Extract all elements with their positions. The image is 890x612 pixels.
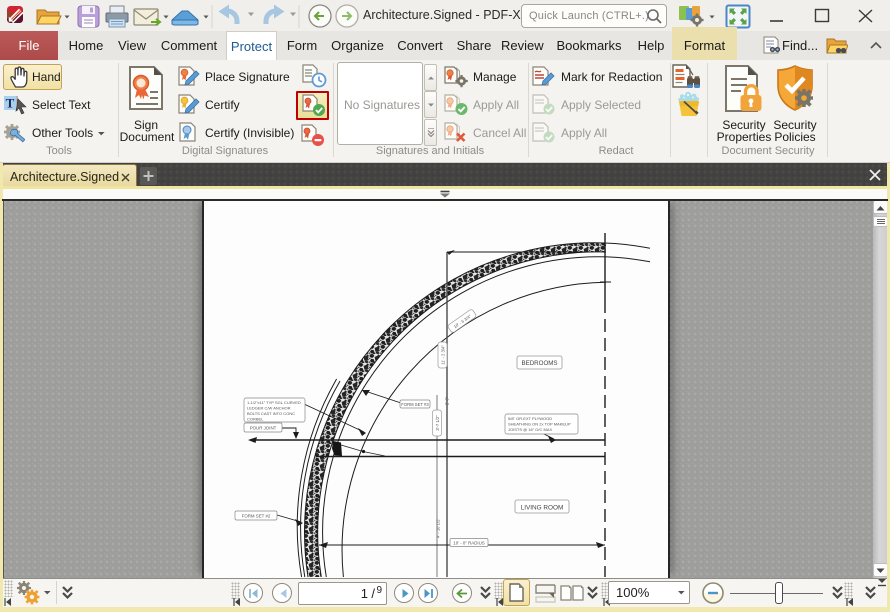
svg-text:SHEATHING ON 2x TOP MAKEUP: SHEATHING ON 2x TOP MAKEUP	[508, 422, 571, 427]
svg-text:LIVING ROOM: LIVING ROOM	[521, 505, 564, 512]
svg-text:T: T	[6, 96, 15, 111]
svg-text:5/8" GR.EXT PLYWOOD: 5/8" GR.EXT PLYWOOD	[508, 416, 552, 421]
svg-text:JOISTS @ 16" O/C MAX: JOISTS @ 16" O/C MAX	[508, 427, 552, 432]
svg-text:10' - 0" RADIUS: 10' - 0" RADIUS	[453, 541, 485, 546]
svg-text:BOLTS CAST INTO CONC: BOLTS CAST INTO CONC	[247, 411, 295, 416]
svg-text:FORM SET #3: FORM SET #3	[401, 402, 429, 407]
svg-text:BEDROOMS: BEDROOMS	[521, 360, 557, 367]
svg-text:LEDGER C/W ANCHOR: LEDGER C/W ANCHOR	[247, 406, 291, 411]
svg-text:FORM SET #2: FORM SET #2	[242, 514, 271, 519]
svg-text:1-1/2"x11" TYP SGL CURVED: 1-1/2"x11" TYP SGL CURVED	[247, 400, 301, 405]
svg-text:2'-0": 2'-0"	[445, 396, 450, 405]
svg-text:POUR JOINT: POUR JOINT	[250, 426, 277, 431]
svg-text:11' - 2 3/4": 11' - 2 3/4"	[441, 345, 446, 365]
svg-text:3'-7 1/2": 3'-7 1/2"	[435, 415, 440, 431]
svg-text:CORBEL: CORBEL	[247, 417, 264, 422]
svg-text:4' - 10 1/2": 4' - 10 1/2"	[436, 518, 441, 538]
